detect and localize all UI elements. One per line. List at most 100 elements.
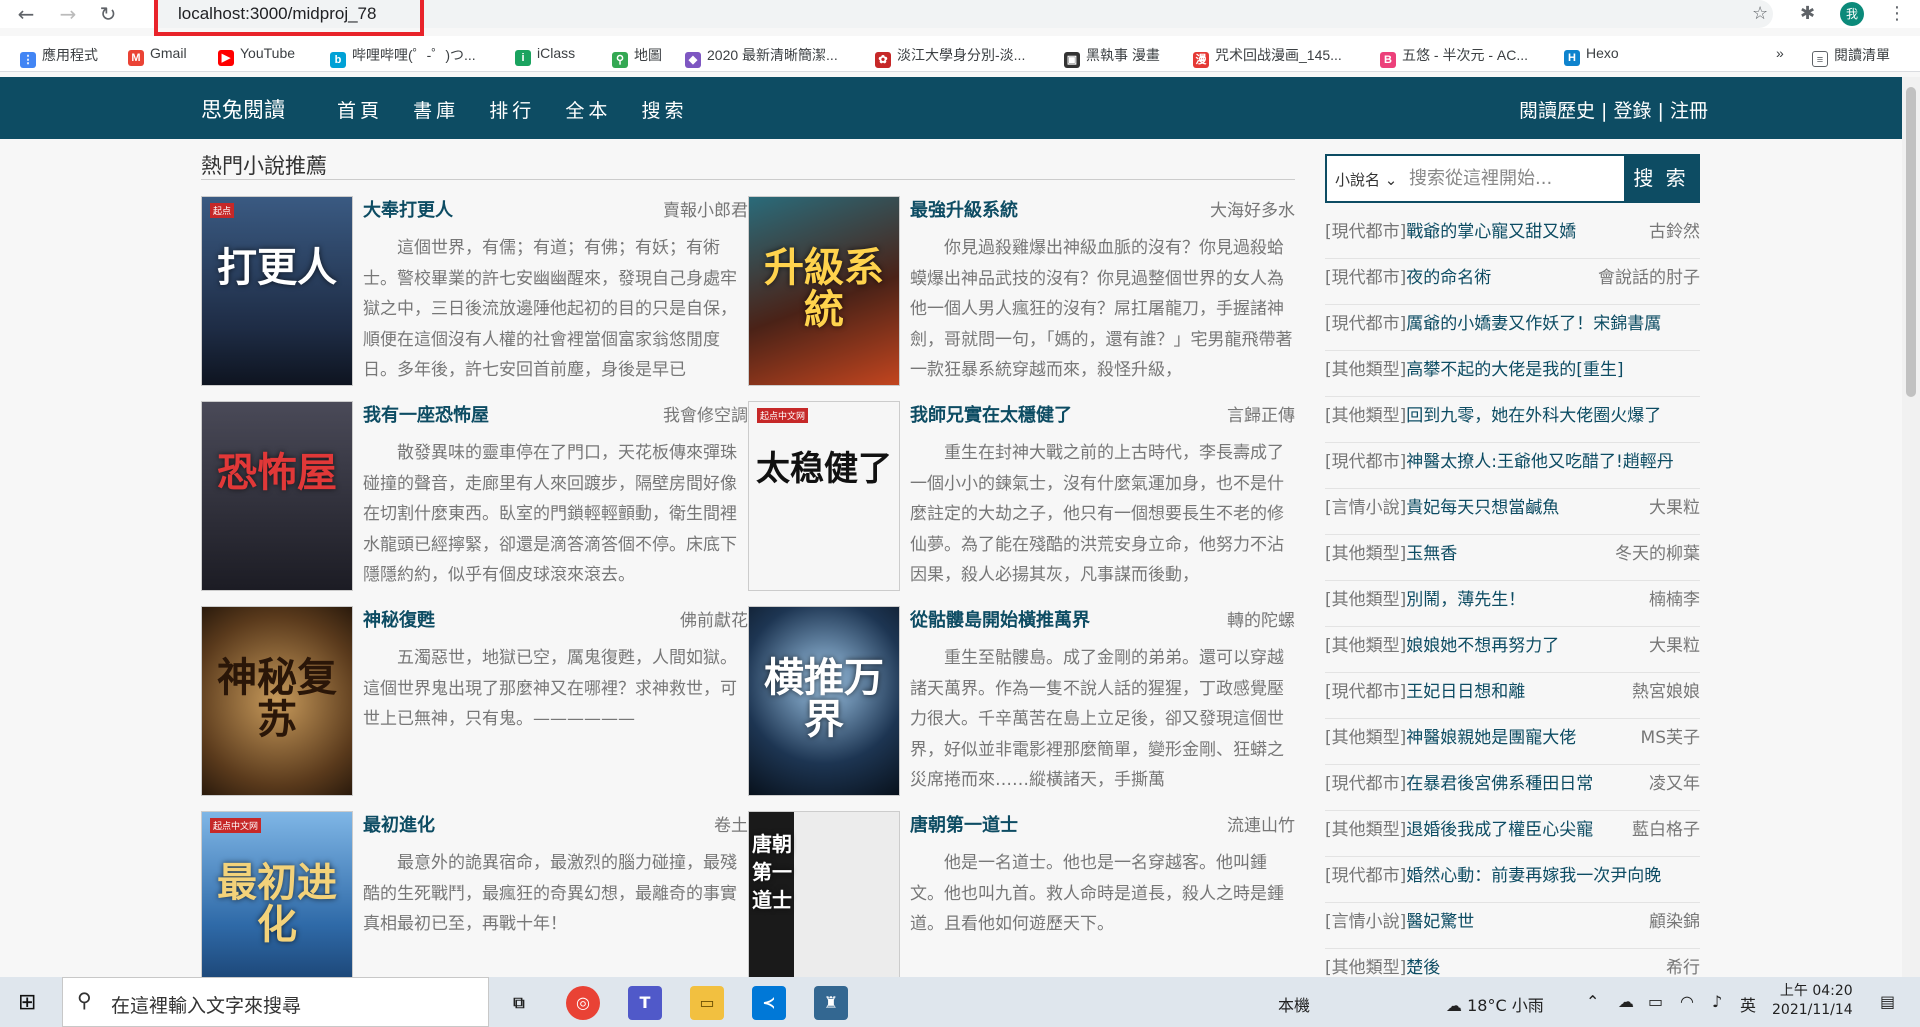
youtube-icon: ▶: [218, 50, 234, 66]
list-item[interactable]: [現代都市]厲爺的小嬌妻又作妖了！宋錦書厲: [1325, 305, 1700, 351]
book-cover[interactable]: 起点 打更人: [201, 196, 353, 386]
bookmark-iclass[interactable]: i iClass: [515, 45, 575, 66]
book-title[interactable]: 我有一座恐怖屋: [363, 401, 489, 427]
list-item[interactable]: [現代都市]夜的命名術 會說話的肘子: [1325, 259, 1700, 305]
search-icon: ⚲: [77, 988, 92, 1012]
bookmark-jujutsu[interactable]: 漫咒术回战漫画_145...: [1193, 45, 1342, 68]
book-card[interactable]: 横推万界 從骷髏島開始橫推萬界 轉的陀螺 重生至骷髏島。成了金剛的弟弟。還可以穿…: [748, 606, 1295, 806]
book-cover[interactable]: 起点中文网 最初进化: [201, 811, 353, 1001]
book-card[interactable]: 起点中文网 太稳健了 我師兄實在太穩健了 言歸正傳 重生在封神大戰之前的上古時代，…: [748, 401, 1295, 601]
forward-icon[interactable]: →: [56, 2, 80, 26]
windows-start-icon[interactable]: ⊞: [18, 990, 36, 1015]
list-item[interactable]: [言情小說]貴妃每天只想當鹹魚 大果粒: [1325, 489, 1700, 535]
bookmark-tku[interactable]: ✿ 淡江大學身分別-淡...: [875, 45, 1025, 68]
list-item[interactable]: [現代都市]王妃日日想和離 熱宮娘娘: [1325, 673, 1700, 719]
book-cover[interactable]: 升級系統: [748, 196, 900, 386]
book-title[interactable]: 最強升級系統: [910, 196, 1018, 222]
bookmark-gmail[interactable]: M Gmail: [128, 45, 187, 66]
book-card[interactable]: 神秘复苏 神秘復甦 佛前獻花 五濁惡世，地獄已空，厲鬼復甦，人間如獄。這個世界鬼…: [201, 606, 748, 806]
location-label: 本機: [1278, 996, 1311, 1015]
book-card[interactable]: 升級系統 最強升級系統 大海好多水 你見過殺雞爆出神級血脈的沒有？你見過殺蛤蟆爆…: [748, 196, 1295, 396]
user-links[interactable]: 閱讀歷史 | 登錄 | 注冊: [1519, 96, 1902, 123]
iclass-icon: i: [515, 50, 531, 66]
bookmark-2020[interactable]: ◆ 2020 最新清晰簡潔...: [685, 45, 838, 68]
nav-home[interactable]: 首頁: [337, 96, 383, 123]
taskbar-search[interactable]: ⚲ 在這裡輸入文字來搜尋: [62, 977, 489, 1027]
list-item[interactable]: [其他類型]玉無香 冬天的柳葉: [1325, 535, 1700, 581]
scrollbar-thumb[interactable]: [1906, 87, 1916, 397]
site-brand[interactable]: 思兔閱讀: [201, 94, 285, 124]
file-explorer-icon[interactable]: ▭: [690, 986, 724, 1020]
bookmark-bcy[interactable]: B 五悠 - 半次元 - AC...: [1380, 45, 1528, 68]
list-item[interactable]: [言情小說]醫妃驚世 顧染錦: [1325, 903, 1700, 949]
task-view-icon[interactable]: ⧉: [502, 986, 536, 1020]
nav-complete[interactable]: 全本: [565, 96, 611, 123]
list-item[interactable]: [其他類型]娘娘她不想再努力了 大果粒: [1325, 627, 1700, 673]
notifications-icon[interactable]: ▤: [1880, 992, 1895, 1011]
list-item[interactable]: [其他類型]回到九零，她在外科大佬圈火爆了: [1325, 397, 1700, 443]
reload-icon[interactable]: ↻: [96, 2, 120, 26]
battery-icon[interactable]: ▭: [1648, 992, 1663, 1011]
more-bookmarks-icon[interactable]: »: [1776, 45, 1784, 65]
bookmark-apps[interactable]: ⋮ 應用程式: [20, 45, 98, 68]
book-card[interactable]: 恐怖屋 我有一座恐怖屋 我會修空調 散發異味的靈車停在了門口，天花板傳來彈珠碰撞…: [201, 401, 748, 601]
nav-ranking[interactable]: 排行: [489, 96, 535, 123]
bookmark-hexo[interactable]: H Hexo: [1564, 45, 1619, 66]
bookmark-youtube[interactable]: ▶ YouTube: [218, 45, 295, 66]
list-item[interactable]: [其他類型]神醫娘親她是團寵大佬 MS芙子: [1325, 719, 1700, 765]
volume-icon[interactable]: ♪: [1712, 992, 1722, 1011]
book-card[interactable]: 起点 打更人 大奉打更人 賣報小郎君 這個世界，有儒；有道；有佛；有妖；有術士。警…: [201, 196, 748, 396]
list-item[interactable]: [其他類型]退婚後我成了權臣心尖寵 藍白格子: [1325, 811, 1700, 857]
book-title[interactable]: 最初進化: [363, 811, 435, 837]
chevron-down-icon: ⌄: [1384, 171, 1398, 189]
chrome-icon[interactable]: ◎: [566, 986, 600, 1020]
book-cover[interactable]: 神秘复苏: [201, 606, 353, 796]
page-scrollbar[interactable]: [1902, 77, 1920, 977]
book-title[interactable]: 唐朝第一道士: [910, 811, 1018, 837]
list-item[interactable]: [現代都市]婚然心動：前妻再嫁我一次尹向晚: [1325, 857, 1700, 903]
list-item[interactable]: [現代都市]戰爺的掌心寵又甜又嬌 古鈴然: [1325, 213, 1700, 259]
cloud-rain-icon: ☁: [1446, 996, 1462, 1015]
teams-icon[interactable]: T: [628, 986, 662, 1020]
search-type-select[interactable]: 小說名 ⌄: [1335, 169, 1397, 190]
weather-widget[interactable]: ☁ 18°C 小雨: [1446, 992, 1544, 1016]
book-cover[interactable]: 起点中文网 太稳健了: [748, 401, 900, 591]
book-cover[interactable]: 唐朝第一道士: [748, 811, 900, 1001]
bookmark-bilibili[interactable]: b 哔哩哔哩(゜-゜)つ...: [330, 45, 476, 68]
site-header: 思兔閱讀 首頁 書庫 排行 全本 搜索 閱讀歷史 | 登錄 | 注冊: [0, 77, 1902, 139]
system-clock[interactable]: 上午 04:20 2021/11/14: [1772, 982, 1853, 1020]
nav-search[interactable]: 搜索: [641, 96, 687, 123]
book-author: 佛前獻花: [680, 611, 748, 631]
chevron-up-icon[interactable]: ⌃: [1586, 992, 1599, 1011]
taskbar-search-text[interactable]: 在這裡輸入文字來搜尋: [111, 991, 301, 1018]
list-item[interactable]: [現代都市]神醫太撩人:王爺他又吃醋了!趙輕丹: [1325, 443, 1700, 489]
list-item[interactable]: [現代都市]在暴君後宮佛系種田日常 凌又年: [1325, 765, 1700, 811]
book-cover[interactable]: 横推万界: [748, 606, 900, 796]
bookmark-maps[interactable]: ⚲ 地圖: [612, 45, 662, 68]
search-button[interactable]: 搜 索: [1624, 156, 1698, 201]
extensions-icon[interactable]: ✱: [1800, 3, 1815, 24]
book-title[interactable]: 從骷髏島開始橫推萬界: [910, 606, 1090, 632]
vscode-icon[interactable]: ≺: [752, 986, 786, 1020]
list-item[interactable]: [其他類型]高攀不起的大佬是我的[重生]: [1325, 351, 1700, 397]
menu-kebab-icon[interactable]: ⋮: [1888, 3, 1906, 24]
reading-list[interactable]: ≡ 閱讀清單: [1812, 45, 1890, 67]
list-item[interactable]: [其他類型]別鬧，薄先生！ 楠楠李: [1325, 581, 1700, 627]
profile-avatar[interactable]: 我: [1840, 2, 1864, 26]
star-icon[interactable]: ☆: [1752, 3, 1768, 24]
book-author: 轉的陀螺: [1227, 611, 1295, 631]
back-icon[interactable]: ←: [14, 2, 38, 26]
pgadmin-icon[interactable]: ♜: [814, 986, 848, 1020]
wifi-icon[interactable]: ◠: [1680, 992, 1694, 1011]
manga-icon: ▣: [1064, 52, 1080, 68]
bookmark-kuroshitsuji[interactable]: ▣ 黑執事 漫畫: [1064, 45, 1160, 68]
book-title[interactable]: 我師兄實在太穩健了: [910, 401, 1072, 427]
book-title[interactable]: 神秘復甦: [363, 606, 435, 632]
nav-library[interactable]: 書庫: [413, 96, 459, 123]
book-title[interactable]: 大奉打更人: [363, 196, 453, 222]
onedrive-icon[interactable]: ☁: [1618, 992, 1634, 1011]
book-cover[interactable]: 恐怖屋: [201, 401, 353, 591]
apps-grid-icon: ⋮: [20, 52, 36, 68]
ime-indicator[interactable]: 英: [1740, 992, 1756, 1016]
search-input[interactable]: [1401, 156, 1573, 201]
